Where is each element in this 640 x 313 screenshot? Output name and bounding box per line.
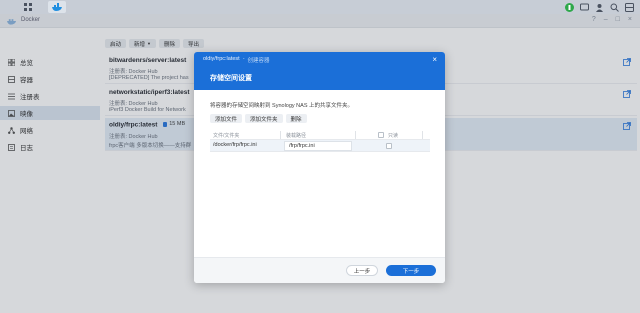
delete-volume-button[interactable]: 删除 <box>285 114 307 123</box>
search-icon[interactable] <box>609 2 619 12</box>
column-separator <box>422 131 423 139</box>
readonly-checkbox[interactable] <box>386 143 392 149</box>
column-separator <box>280 131 281 139</box>
create-container-dialog: oldiy/frpc:latest - 创建容器 × 存储空间设置 将容器的存储… <box>194 52 445 283</box>
add-file-button[interactable]: 添加文件 <box>210 114 243 123</box>
column-mount-path: 装载路径 <box>286 133 307 139</box>
add-folder-button[interactable]: 添加文件夹 <box>245 114 283 123</box>
volume-toolbar: 添加文件 添加文件夹 删除 <box>210 114 307 123</box>
previous-button[interactable]: 上一步 <box>346 265 378 276</box>
volume-row[interactable]: /docker/frp/frpc.ini /frp/frpc.ini <box>210 140 430 152</box>
volume-table: 文件/文件夹 装载路径 只读 /docker/frp/frpc.ini /frp… <box>210 130 430 152</box>
volume-table-header: 文件/文件夹 装载路径 只读 <box>210 130 430 140</box>
messages-icon[interactable] <box>579 2 589 12</box>
dialog-description: 将容器的存储空间映射到 Synology NAS 上的共享文件夹。 <box>210 103 354 109</box>
breadcrumb-separator: - <box>242 56 245 62</box>
desktop-taskbar <box>0 0 640 14</box>
readonly-all-checkbox[interactable] <box>378 132 384 138</box>
breadcrumb-image: oldiy/frpc:latest <box>203 56 240 62</box>
dialog-footer: 上一步 下一步 <box>194 257 445 283</box>
docker-whale-icon <box>51 3 62 11</box>
column-file-folder: 文件/文件夹 <box>213 133 240 139</box>
tray-icons <box>564 1 634 13</box>
dialog-header: oldiy/frpc:latest - 创建容器 × 存储空间设置 <box>194 52 445 90</box>
breadcrumb: oldiy/frpc:latest - 创建容器 <box>203 56 270 64</box>
breadcrumb-step: 创建容器 <box>247 58 270 64</box>
widgets-icon[interactable] <box>624 2 634 12</box>
apps-grid-icon <box>24 3 32 11</box>
column-separator <box>355 131 356 139</box>
dialog-title: 存储空间设置 <box>210 75 252 82</box>
main-menu-button[interactable] <box>19 1 37 13</box>
volume-file-path: /docker/frp/frpc.ini <box>213 142 257 148</box>
dialog-close-icon[interactable]: × <box>432 55 437 64</box>
mount-path-input[interactable]: /frp/frpc.ini <box>284 141 352 151</box>
user-icon[interactable] <box>594 2 604 12</box>
security-advisor-icon[interactable] <box>564 2 574 12</box>
docker-taskbar-button[interactable] <box>48 1 66 13</box>
column-readonly: 只读 <box>388 133 399 139</box>
next-button[interactable]: 下一步 <box>386 265 436 276</box>
